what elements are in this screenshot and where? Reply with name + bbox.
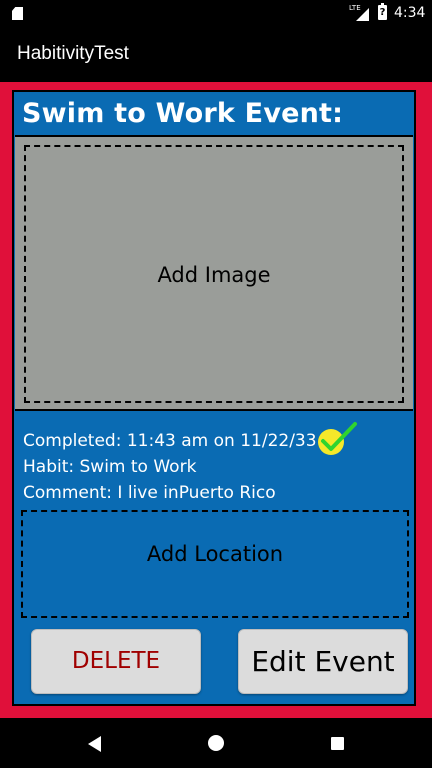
sd-card-icon (12, 7, 23, 20)
home-icon[interactable] (208, 735, 224, 751)
comment-text: Comment: I live inPuerto Rico (23, 483, 276, 503)
image-area[interactable]: Add Image (15, 135, 413, 411)
delete-button[interactable]: DELETE (31, 629, 201, 694)
app-title: HabitivityTest (17, 43, 129, 64)
event-panel: Swim to Work Event: Add Image Completed:… (12, 90, 416, 706)
content-area: Swim to Work Event: Add Image Completed:… (0, 82, 432, 718)
edit-event-button[interactable]: Edit Event (238, 629, 408, 694)
habit-text: Habit: Swim to Work (23, 457, 197, 477)
navigation-bar (0, 718, 432, 768)
completed-text: Completed: 11:43 am on 11/22/33 (23, 431, 317, 451)
edit-event-button-label: Edit Event (251, 645, 395, 678)
back-icon[interactable] (88, 736, 101, 752)
event-info: Completed: 11:43 am on 11/22/33 Habit: S… (23, 428, 317, 506)
add-image-label: Add Image (157, 263, 271, 287)
app-bar: HabitivityTest (0, 28, 432, 82)
clock: 4:34 (394, 5, 426, 21)
location-area[interactable]: Add Location (21, 510, 409, 618)
add-location-label: Add Location (146, 542, 284, 566)
status-bar: LTE ? 4:34 (0, 0, 432, 28)
event-title: Swim to Work Event: (22, 98, 344, 129)
battery-icon: ? (378, 3, 387, 20)
checkmark-icon (318, 422, 357, 455)
recents-icon[interactable] (331, 737, 344, 750)
battery-glyph: ? (379, 7, 386, 18)
signal-icon (356, 8, 369, 21)
delete-button-label: DELETE (71, 648, 161, 674)
image-dropzone[interactable]: Add Image (24, 145, 404, 403)
